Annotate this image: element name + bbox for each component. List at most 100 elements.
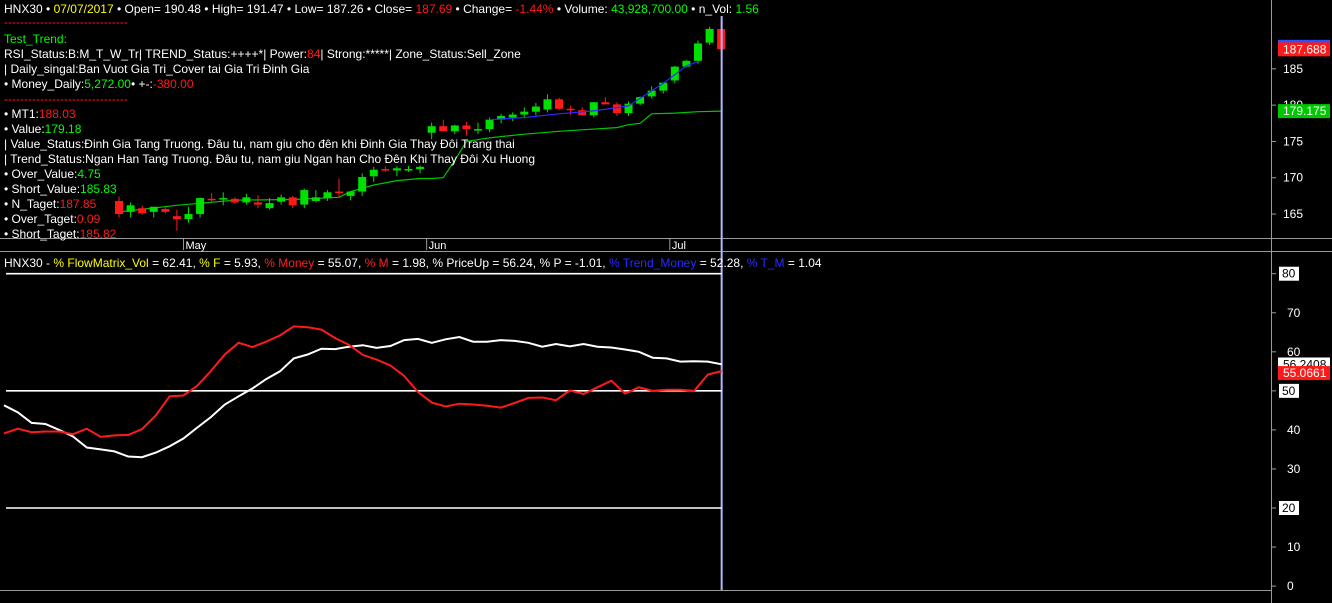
candle-body bbox=[578, 110, 587, 116]
rsi-status-text: RSI_Status:B:M_T_W_Tr| TREND_Status:++++… bbox=[4, 47, 308, 61]
mt1-line: • MT1:188.03 bbox=[4, 107, 76, 121]
n-taget-value: 187.85 bbox=[59, 197, 97, 211]
candle-body bbox=[520, 111, 529, 115]
candle-body bbox=[323, 192, 332, 199]
short-value-label: • Short_Value: bbox=[4, 182, 81, 196]
priceup-label: % PriceUp bbox=[432, 256, 490, 270]
lower-axis: 01020304050607080 bbox=[1271, 266, 1301, 593]
close-label: Close= bbox=[374, 2, 413, 16]
money-daily-value: 5,272.00 bbox=[84, 77, 131, 91]
candle-body bbox=[149, 206, 158, 212]
candle-body bbox=[196, 198, 205, 215]
x-tick-label-May: May bbox=[185, 240, 206, 252]
m-value: = 1.98, bbox=[391, 256, 430, 270]
tm-label: % T_M bbox=[746, 256, 785, 270]
date-value: 07/07/2017 bbox=[53, 2, 114, 16]
rsi-strong-text: | Strong:*****| Zone_Status:Sell_Zone bbox=[320, 47, 521, 61]
lower-y-tick-label-80: 80 bbox=[1282, 267, 1296, 281]
upper-plot-area[interactable] bbox=[115, 16, 726, 590]
p-value: = -1.01, bbox=[564, 256, 606, 270]
candle-body bbox=[670, 66, 679, 81]
money-daily-label: • Money_Daily: bbox=[4, 77, 85, 91]
short-value-line: • Short_Value:185.83 bbox=[4, 182, 117, 196]
candle-body bbox=[381, 169, 390, 171]
candle-body bbox=[253, 202, 262, 205]
candle-body bbox=[404, 169, 413, 171]
over-taget-value: 0.09 bbox=[76, 212, 101, 226]
high-value: 191.47 bbox=[246, 2, 284, 16]
rsi-status-line: RSI_Status:B:M_T_W_Tr| TREND_Status:++++… bbox=[4, 47, 521, 61]
n-taget-label: • N_Taget: bbox=[4, 197, 60, 211]
n-taget-line: • N_Taget:187.85 bbox=[4, 197, 96, 211]
lower-y-tick-label-10: 10 bbox=[1287, 540, 1301, 554]
value-label: • Value: bbox=[4, 122, 45, 136]
price-badge-label: 179.175 bbox=[1283, 104, 1327, 118]
change-label: Change= bbox=[463, 2, 513, 16]
candle-body bbox=[543, 99, 552, 110]
x-tick-label-Jul: Jul bbox=[672, 240, 686, 252]
low-value: 187.26 bbox=[326, 2, 364, 16]
money-label: % Money bbox=[264, 256, 315, 270]
candle-body bbox=[242, 197, 251, 203]
value-status-line: | Value_Status:Đinh Gia Tang Truong. Đâu… bbox=[4, 137, 515, 151]
candle-body bbox=[705, 28, 714, 43]
over-taget-line: • Over_Taget:0.09 bbox=[4, 212, 100, 226]
test-trend-label: Test_Trend: bbox=[4, 32, 67, 46]
candle-body bbox=[473, 129, 482, 131]
candle-body bbox=[392, 168, 401, 171]
value-line: • Value:179.18 bbox=[4, 122, 81, 136]
candle-body bbox=[555, 99, 564, 109]
candle-body bbox=[612, 104, 621, 114]
p-label: % P bbox=[539, 256, 562, 270]
candle-body bbox=[184, 214, 193, 220]
candle-body bbox=[265, 203, 274, 209]
over-taget-label: • Over_Taget: bbox=[4, 212, 77, 226]
series-line bbox=[3, 325, 722, 438]
open-value: 190.48 bbox=[164, 2, 201, 16]
candle-body bbox=[531, 106, 540, 112]
rsi-power-value: 84 bbox=[307, 47, 321, 61]
candle-body bbox=[335, 191, 344, 194]
short-value-value: 185.83 bbox=[80, 182, 117, 196]
mt1-value: 188.03 bbox=[38, 107, 76, 121]
x-tick-label-Jun: Jun bbox=[429, 240, 447, 252]
money-change-label: • +-: bbox=[130, 77, 153, 91]
candle-body bbox=[358, 177, 367, 192]
candle-body bbox=[369, 169, 378, 177]
daily-signal-line: | Daily_singal:Ban Vuot Gia Tri_Cover ta… bbox=[4, 62, 310, 76]
nvol-value: 1.56 bbox=[735, 2, 759, 16]
m-label: % M bbox=[364, 256, 389, 270]
symbol-label: HNX30 bbox=[4, 2, 43, 16]
flow-value: = 62.41, bbox=[152, 256, 196, 270]
lower-y-tick-label-70: 70 bbox=[1287, 306, 1301, 320]
over-value-value: 4.75 bbox=[77, 167, 101, 181]
candle-body bbox=[346, 191, 355, 196]
value-badge-label: 55.0661 bbox=[1283, 366, 1327, 380]
candle-body bbox=[230, 198, 239, 203]
candle-body bbox=[416, 166, 425, 170]
y-tick-label-185: 185 bbox=[1283, 62, 1303, 76]
lower-header: HNX30 - % FlowMatrix_Vol = 62.41, % F = … bbox=[4, 256, 822, 270]
low-label: Low= bbox=[294, 2, 324, 16]
money-change-value: -380.00 bbox=[152, 77, 194, 91]
f-label: % F bbox=[199, 256, 221, 270]
candle-body bbox=[694, 43, 702, 61]
lower-symbol: HNX30 - bbox=[4, 256, 54, 270]
high-label: High= bbox=[211, 2, 244, 16]
y-tick-label-170: 170 bbox=[1283, 171, 1303, 185]
lower-plot-area[interactable] bbox=[3, 272, 722, 509]
lower-y-tick-label-40: 40 bbox=[1287, 423, 1301, 437]
change-value: -1.44% bbox=[515, 2, 554, 16]
candle-body bbox=[138, 208, 147, 214]
money-daily-line: • Money_Daily:5,272.00• +-:-380.00 bbox=[4, 77, 194, 91]
candle-body bbox=[427, 126, 436, 133]
open-label: Open= bbox=[124, 2, 161, 16]
chart-canvas: 165170175180185MayJunJul 010203040506070… bbox=[0, 0, 1332, 603]
candle-body bbox=[115, 200, 123, 215]
candle-body bbox=[277, 197, 286, 202]
lower-y-tick-label-0: 0 bbox=[1287, 579, 1294, 593]
over-value-label: • Over_Value: bbox=[4, 167, 78, 181]
trend-money-value: = 52.28, bbox=[699, 256, 744, 270]
trend-money-label: % Trend_Money bbox=[608, 256, 697, 270]
ma-line bbox=[489, 61, 699, 121]
